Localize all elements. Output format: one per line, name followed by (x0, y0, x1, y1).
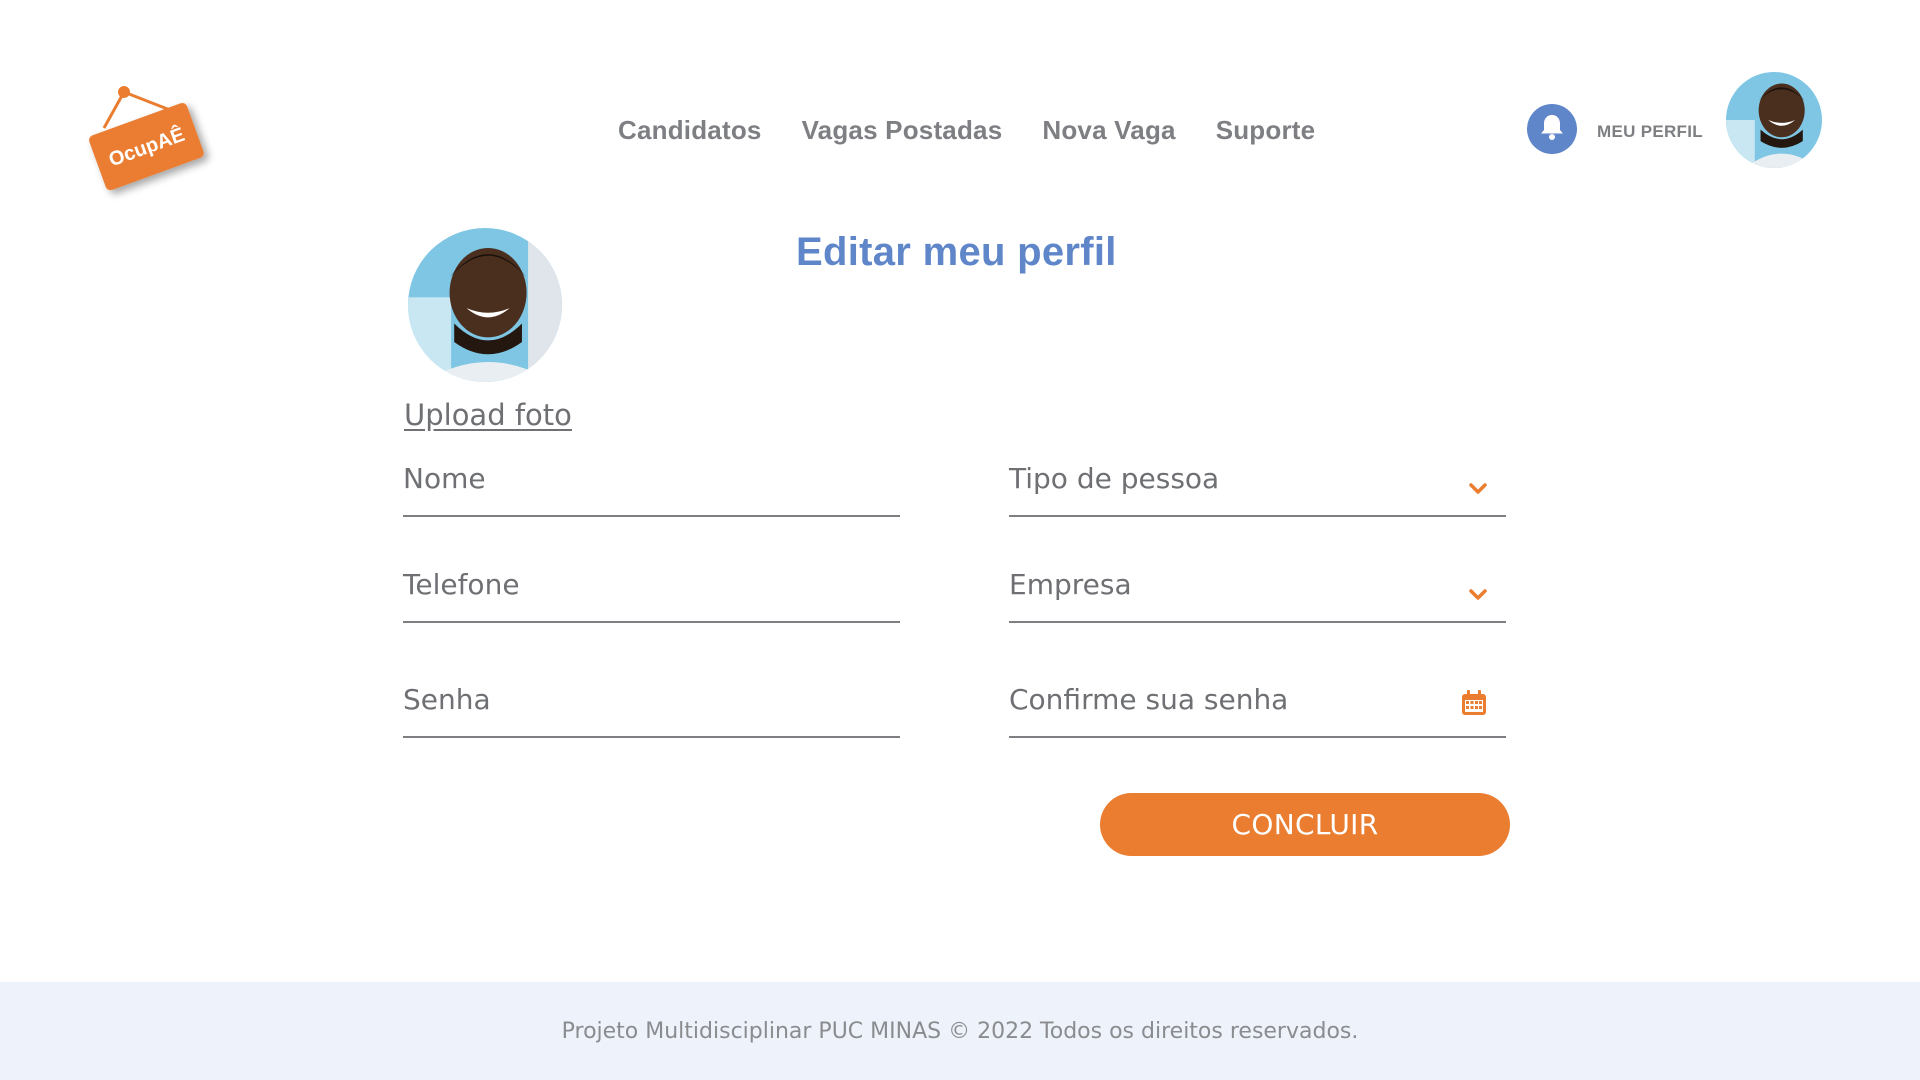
telefone-label: Telefone (403, 568, 520, 601)
calendar-icon[interactable] (1460, 689, 1488, 722)
profile-link[interactable]: MEU PERFIL (1597, 122, 1703, 142)
empresa-label: Empresa (1009, 568, 1132, 601)
footer: Projeto Multidisciplinar PUC MINAS © 202… (0, 982, 1920, 1080)
profile-photo (408, 228, 562, 382)
chevron-down-icon[interactable] (1468, 588, 1488, 607)
confirme-senha-field[interactable]: Confirme sua senha (1009, 678, 1506, 738)
nav-suporte[interactable]: Suporte (1216, 115, 1316, 146)
footer-text: Projeto Multidisciplinar PUC MINAS © 202… (561, 1018, 1359, 1044)
nome-field[interactable]: Nome (403, 457, 900, 517)
nav-vagas-postadas[interactable]: Vagas Postadas (802, 115, 1003, 146)
notification-button[interactable] (1527, 104, 1577, 154)
page-title: Editar meu perfil (796, 230, 1117, 274)
tipo-pessoa-select[interactable]: Tipo de pessoa (1009, 457, 1506, 517)
senha-label: Senha (403, 683, 491, 716)
page: OcupAÊ Candidatos Vagas Postadas Nova Va… (0, 0, 1920, 1080)
chevron-down-icon[interactable] (1468, 482, 1488, 501)
main-nav: Candidatos Vagas Postadas Nova Vaga Supo… (618, 115, 1315, 146)
nav-nova-vaga[interactable]: Nova Vaga (1042, 115, 1175, 146)
upload-photo-link[interactable]: Upload foto (404, 398, 572, 432)
avatar[interactable] (1726, 72, 1822, 168)
concluir-button[interactable]: CONCLUIR (1100, 793, 1510, 856)
senha-field[interactable]: Senha (403, 678, 900, 738)
empresa-select[interactable]: Empresa (1009, 563, 1506, 623)
bell-icon (1539, 113, 1565, 146)
logo[interactable]: OcupAÊ (84, 80, 224, 210)
confirme-senha-label: Confirme sua senha (1009, 683, 1289, 716)
telefone-field[interactable]: Telefone (403, 563, 900, 623)
tipo-pessoa-label: Tipo de pessoa (1009, 462, 1220, 495)
nome-label: Nome (403, 462, 486, 495)
nav-candidatos[interactable]: Candidatos (618, 115, 762, 146)
